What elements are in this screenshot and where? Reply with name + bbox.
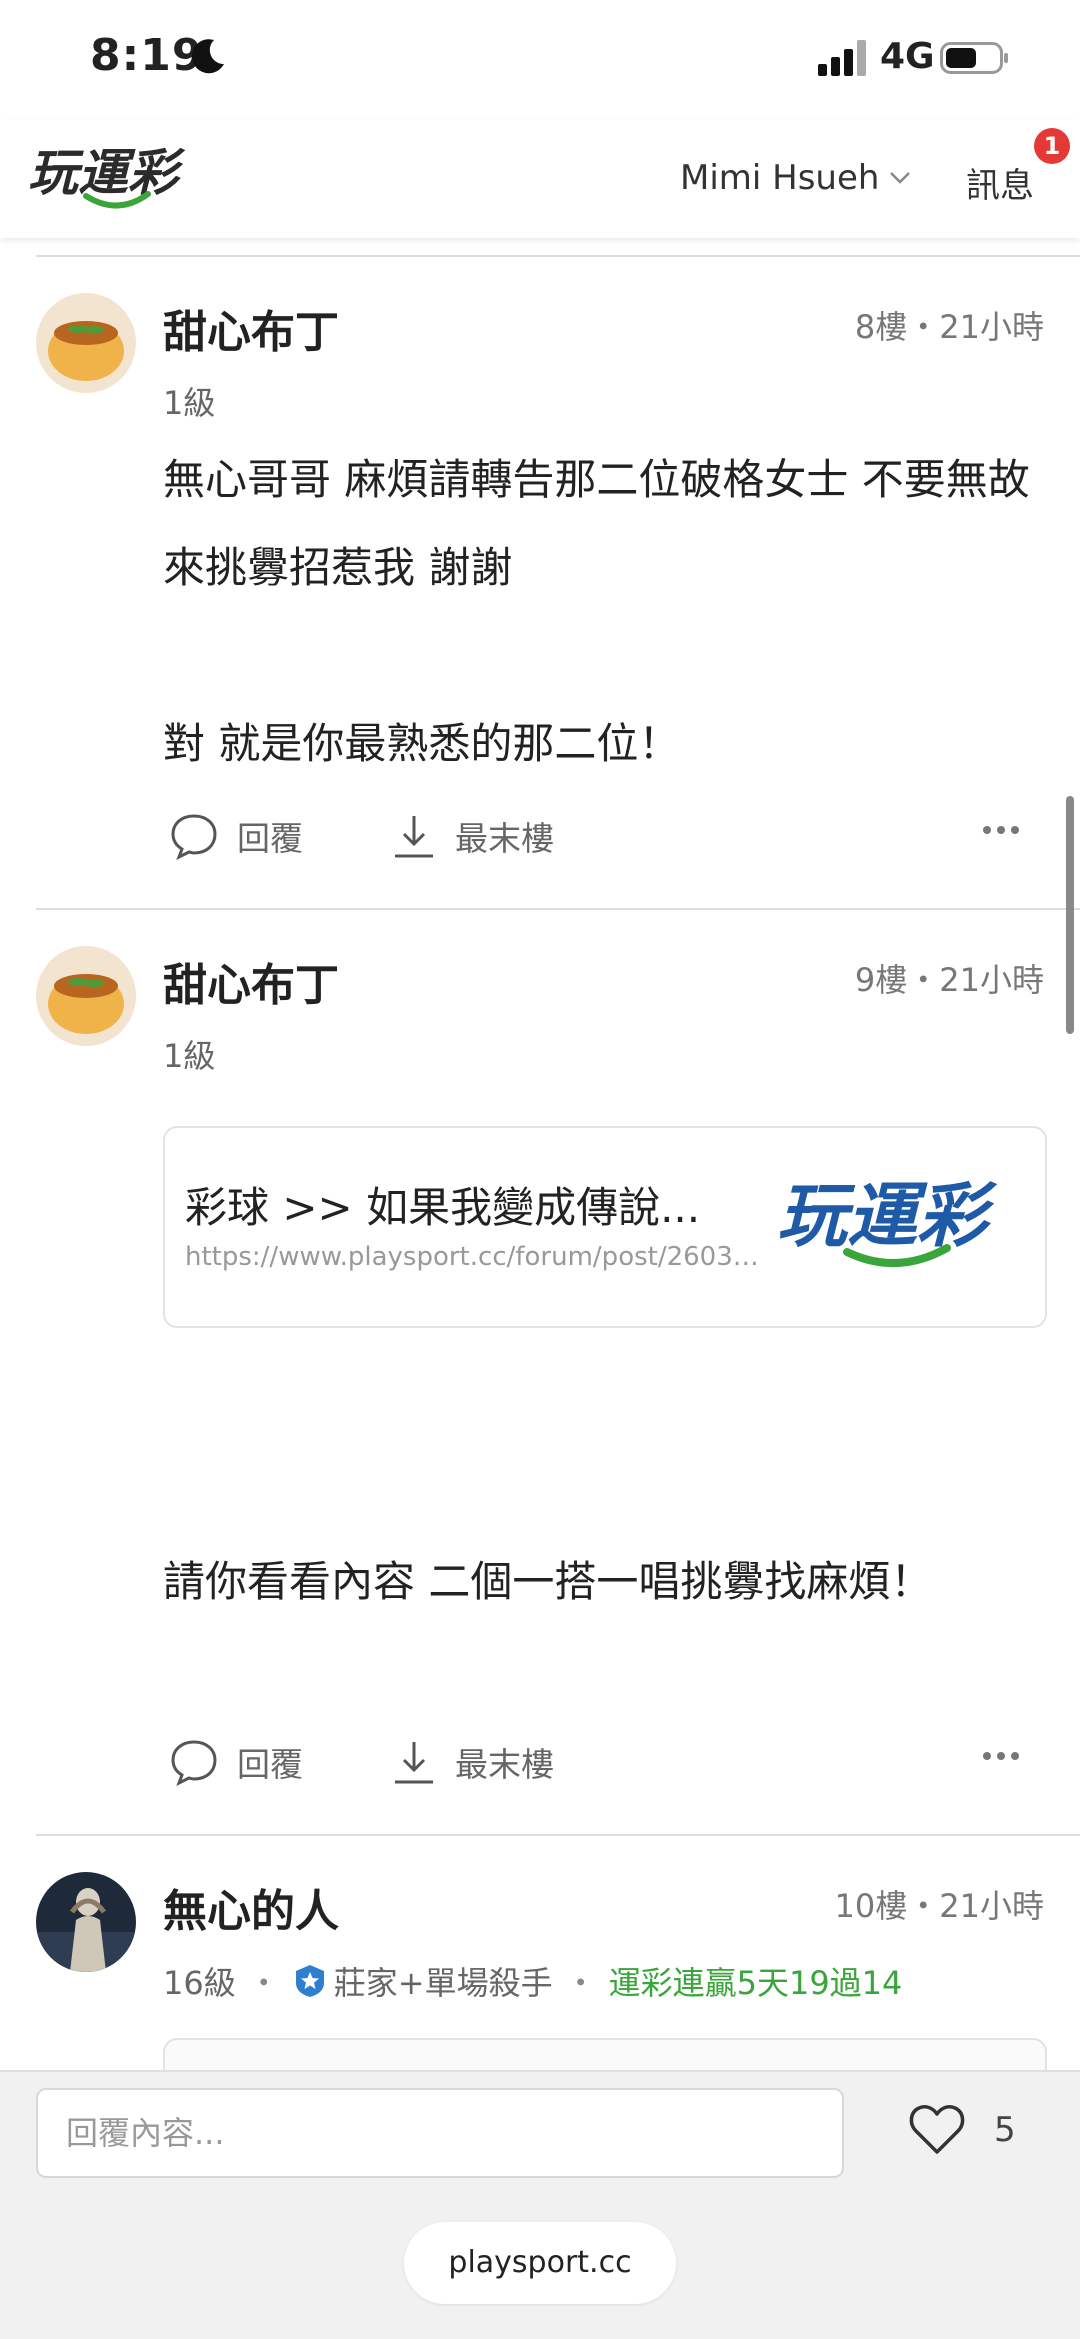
more-options-icon[interactable] [981, 1750, 1021, 1762]
divider [36, 255, 1080, 257]
reply-button[interactable]: 回覆 [169, 812, 303, 860]
link-thumbnail-logo: 玩運彩 [777, 1175, 998, 1268]
user-badges: 16級 ・ 莊家+單場殺手 ・ 運彩連贏5天19過14 [163, 1958, 902, 2004]
comment-icon [171, 814, 217, 860]
post-body: 無心哥哥 麻煩請轉告那二位破格女士 不要無故來挑釁招惹我 謝謝 對 就是你最熟悉… [163, 455, 1030, 768]
svg-text:玩運彩: 玩運彩 [28, 144, 186, 202]
user-level: 1級 [163, 384, 216, 422]
link-preview-card[interactable]: 彩球 >> 如果我變成傳說... https://www.playsport.c… [163, 1126, 1047, 1328]
status-time: 8:19 [90, 30, 204, 81]
link-title: 彩球 >> 如果我變成傳說... [185, 1183, 701, 1232]
star-badge-icon [295, 1965, 324, 1997]
user-name: Mimi Hsueh [680, 158, 880, 198]
user-title-badge: 莊家+單場殺手 [333, 1964, 553, 2002]
heart-icon[interactable] [908, 2102, 966, 2156]
post-actions: 回覆 最末樓 [163, 806, 1043, 866]
user-level: 16級 [163, 1964, 236, 2002]
like-count: 5 [994, 2110, 1016, 2150]
reply-bar: 5 playsport.cc [0, 2070, 1080, 2339]
site-logo[interactable]: 玩運彩 [28, 138, 228, 218]
download-arrow-icon [395, 816, 433, 858]
comment-icon [171, 1740, 217, 1786]
last-floor-button[interactable]: 最末樓 [391, 1738, 554, 1786]
last-floor-label: 最末樓 [455, 1745, 554, 1784]
post-meta: 10樓・21小時 [834, 1887, 1044, 1925]
post-body: 請你看看內容 二個一搭一唱挑釁找麻煩！ [163, 1557, 933, 1606]
win-streak[interactable]: 運彩連贏5天19過14 [609, 1958, 903, 2004]
post-meta: 8樓・21小時 [854, 308, 1044, 346]
reply-label: 回覆 [237, 1745, 303, 1784]
status-bar: 8:19 4G [0, 0, 1080, 120]
browser-address-bar[interactable]: playsport.cc [404, 2222, 676, 2304]
download-arrow-icon [395, 1742, 433, 1784]
app-header: 玩運彩 Mimi Hsueh 訊息 [0, 120, 1080, 238]
divider [36, 1834, 1080, 1836]
pudding-avatar-image [36, 946, 136, 1046]
avatar[interactable] [36, 293, 136, 393]
reply-button[interactable]: 回覆 [169, 1738, 303, 1786]
figure-avatar-image [36, 1872, 136, 1972]
avatar[interactable] [36, 1872, 136, 1972]
pudding-avatar-image [36, 293, 136, 393]
avatar[interactable] [36, 946, 136, 1046]
post-author[interactable]: 甜心布丁 [163, 949, 339, 1013]
messages-link[interactable]: 訊息 [966, 158, 1034, 207]
reply-label: 回覆 [237, 819, 303, 858]
post-actions: 回覆 最末樓 [163, 1732, 1043, 1792]
chevron-down-icon [890, 172, 911, 184]
post-author[interactable]: 無心的人 [163, 1875, 339, 1939]
network-type: 4G [880, 36, 935, 77]
last-floor-label: 最末樓 [455, 819, 554, 858]
link-url: https://www.playsport.cc/forum/post/2603… [185, 1242, 765, 1272]
post-meta: 9樓・21小時 [854, 961, 1044, 999]
svg-text:玩運彩: 玩運彩 [777, 1175, 998, 1257]
post-author[interactable]: 甜心布丁 [163, 296, 339, 360]
signal-icon [818, 40, 866, 76]
user-level: 1級 [163, 1037, 216, 1075]
more-options-icon[interactable] [981, 824, 1021, 836]
battery-icon [940, 42, 1008, 74]
user-menu[interactable]: Mimi Hsueh [680, 158, 911, 198]
reply-input[interactable] [36, 2088, 844, 2178]
moon-icon [191, 39, 224, 74]
last-floor-button[interactable]: 最末樓 [391, 812, 554, 860]
scrollbar[interactable] [1066, 796, 1074, 1034]
messages-badge: 1 [1034, 128, 1070, 164]
divider [36, 908, 1080, 910]
